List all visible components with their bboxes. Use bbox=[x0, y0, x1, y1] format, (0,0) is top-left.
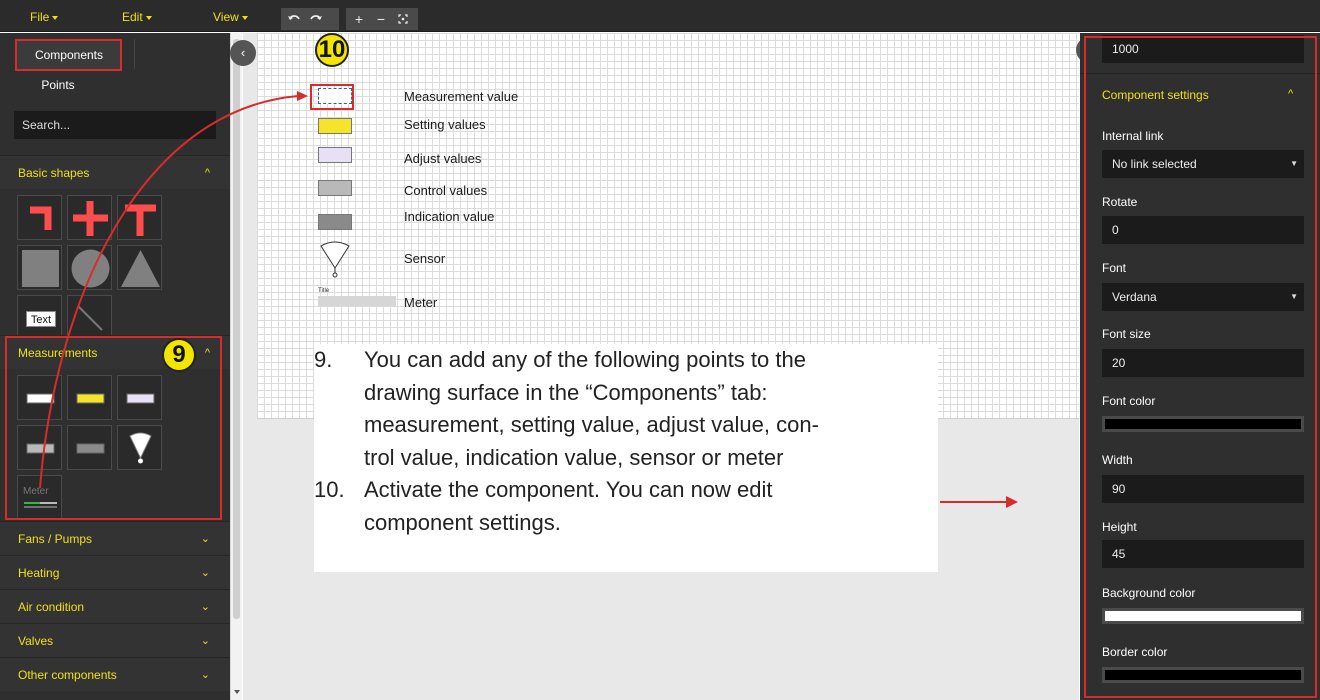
step-9-badge: 9 bbox=[162, 338, 196, 372]
step-10-badge: 10 bbox=[315, 33, 349, 67]
arrow-head-icon bbox=[297, 91, 308, 101]
annotation-arrows bbox=[39, 91, 1018, 508]
arrow-head-icon bbox=[1006, 496, 1018, 508]
arrow-to-component bbox=[39, 95, 299, 489]
